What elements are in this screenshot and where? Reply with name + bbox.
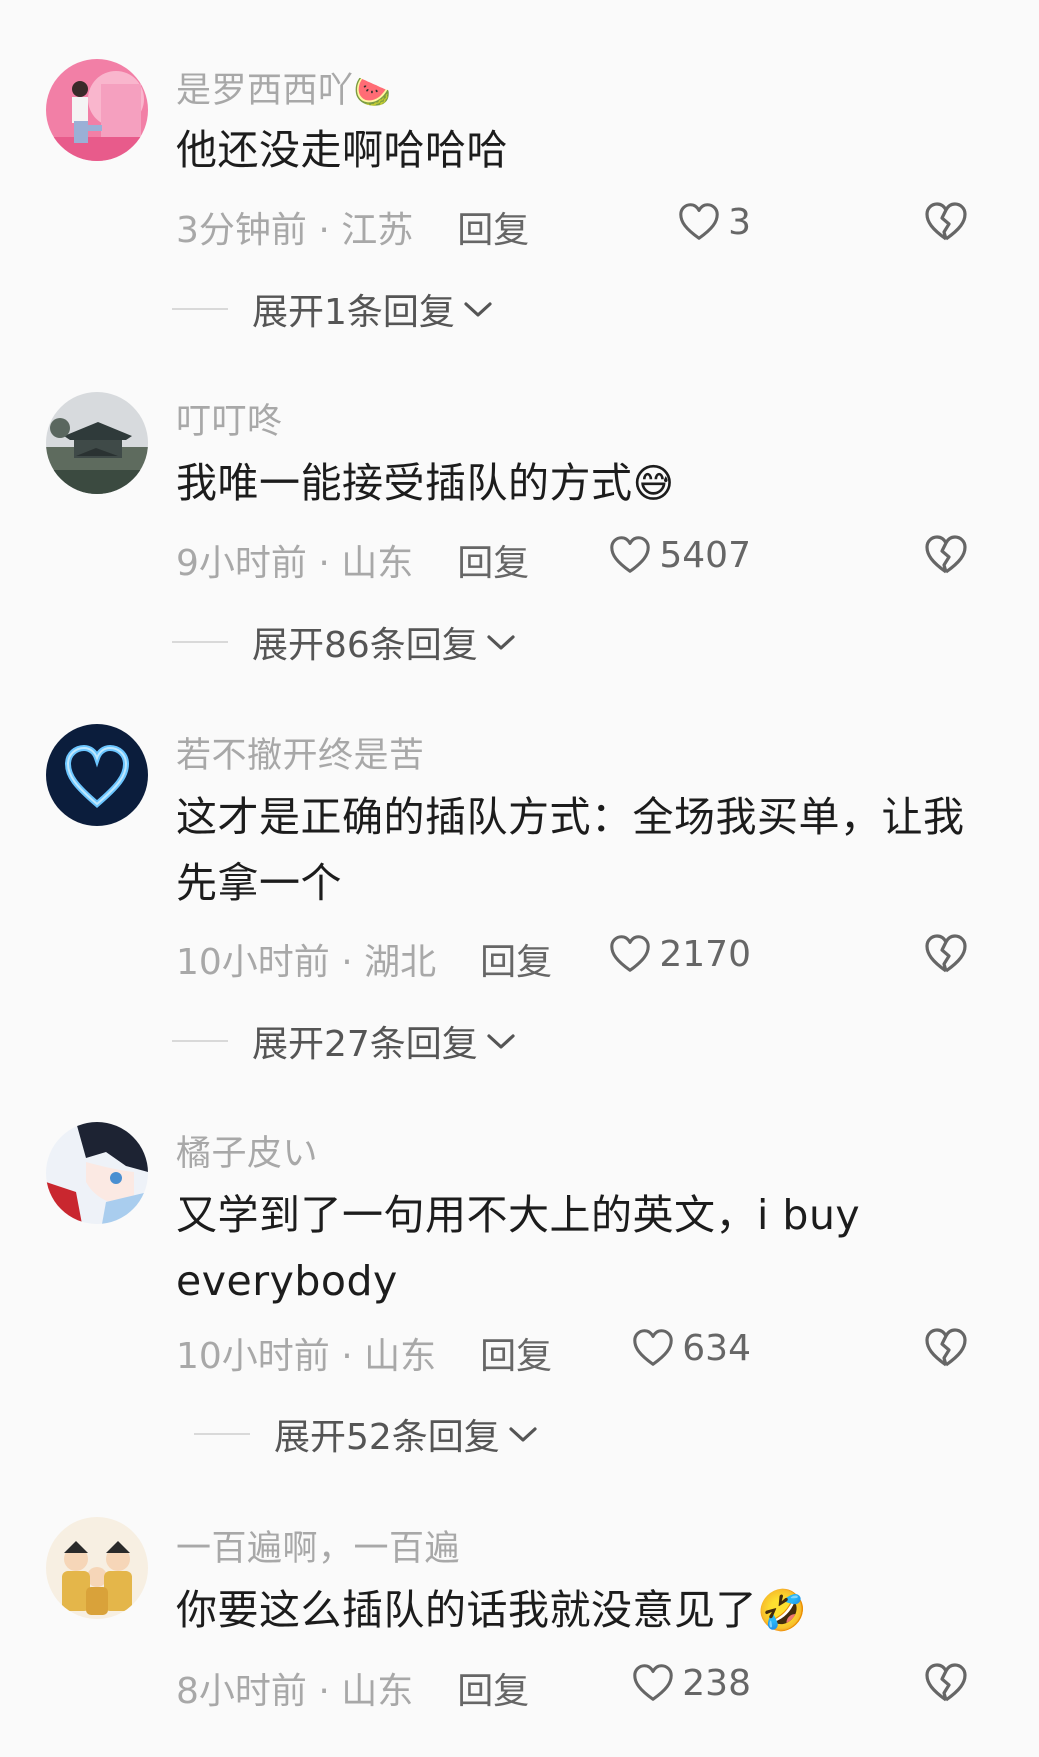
- username[interactable]: 是罗西西吖🍉: [176, 62, 391, 113]
- like-count: 238: [682, 1662, 751, 1704]
- chevron-down-icon: [509, 1427, 537, 1442]
- divider-line: [172, 1040, 228, 1042]
- like-button[interactable]: 634: [630, 1323, 751, 1373]
- broken-heart-icon[interactable]: [922, 531, 970, 579]
- username[interactable]: 橘子皮い: [176, 1125, 318, 1176]
- chevron-down-icon: [487, 1034, 515, 1049]
- comment-text: 这才是正确的插队方式：全场我买单，让我先拿一个: [176, 793, 965, 907]
- expand-replies[interactable]: 展开27条回复: [172, 1015, 516, 1067]
- heart-icon: [610, 536, 651, 573]
- watermelon-emoji: 🍉: [353, 75, 392, 110]
- comment-meta: 3分钟前 · 江苏 回复: [176, 210, 530, 251]
- expand-replies[interactable]: 展开52条回复: [194, 1408, 538, 1460]
- heart-icon: [679, 203, 719, 240]
- username[interactable]: 一百遍啊，一百遍: [176, 1520, 460, 1571]
- username-text: 一百遍啊，一百遍: [176, 1529, 461, 1569]
- reply-button[interactable]: 回复: [457, 1671, 529, 1712]
- chevron-down-icon: [487, 635, 515, 650]
- comment-meta: 10小时前 · 湖北 回复: [176, 942, 553, 983]
- comment-location: 山东: [364, 1336, 437, 1377]
- comment-location: 湖北: [364, 942, 437, 983]
- reply-button[interactable]: 回复: [480, 942, 552, 983]
- username-text: 若不撤开终是苦: [176, 736, 425, 776]
- like-button[interactable]: 3: [676, 197, 751, 247]
- avatar[interactable]: [46, 1517, 148, 1619]
- comment-text-body: 你要这么插队的话我就没意见了: [176, 1586, 757, 1634]
- like-count: 3: [728, 201, 751, 243]
- comment-text-body: 我唯一能接受插队的方式: [176, 459, 633, 507]
- comment-text: 他还没走啊哈哈哈: [176, 126, 508, 174]
- avatar[interactable]: [46, 1122, 148, 1224]
- comment-time: 9小时前: [176, 543, 307, 584]
- avatar[interactable]: [46, 59, 148, 161]
- comment-text: 你要这么插队的话我就没意见了🤣: [176, 1577, 976, 1644]
- expand-replies-label: 展开27条回复: [252, 1024, 478, 1065]
- comment-time: 8小时前: [176, 1671, 307, 1712]
- like-button[interactable]: 2170: [607, 929, 751, 979]
- username[interactable]: 若不撤开终是苦: [176, 727, 425, 778]
- broken-heart-icon[interactable]: [922, 198, 970, 246]
- like-count: 634: [682, 1327, 751, 1369]
- comment-time: 10小时前: [176, 942, 330, 983]
- username[interactable]: 叮叮咚: [176, 393, 283, 444]
- heart-icon: [633, 1664, 674, 1701]
- expand-replies-label: 展开52条回复: [274, 1417, 500, 1458]
- like-count: 2170: [659, 933, 751, 975]
- broken-heart-icon[interactable]: [922, 1324, 970, 1372]
- broken-heart-icon[interactable]: [922, 1659, 970, 1707]
- comment-time: 3分钟前: [176, 210, 307, 251]
- expand-replies[interactable]: 展开86条回复: [172, 616, 516, 668]
- comment-meta: 10小时前 · 山东 回复: [176, 1336, 553, 1377]
- expand-replies[interactable]: 展开1条回复: [172, 283, 493, 335]
- avatar[interactable]: [46, 724, 148, 826]
- sweat-smile-emoji: 😅: [632, 461, 675, 507]
- reply-button[interactable]: 回复: [457, 543, 529, 584]
- chevron-down-icon: [464, 302, 492, 317]
- divider-line: [172, 308, 228, 310]
- reply-button[interactable]: 回复: [457, 210, 529, 251]
- username-text: 橘子皮い: [176, 1134, 319, 1174]
- like-button[interactable]: 5407: [607, 530, 751, 580]
- broken-heart-icon[interactable]: [922, 930, 970, 978]
- comment-meta: 8小时前 · 山东 回复: [176, 1671, 530, 1712]
- comment-meta: 9小时前 · 山东 回复: [176, 543, 530, 584]
- reply-button[interactable]: 回复: [480, 1336, 552, 1377]
- like-button[interactable]: 238: [630, 1658, 751, 1708]
- comment-time: 10小时前: [176, 1336, 330, 1377]
- rolling-laughing-emoji: 🤣: [757, 1588, 808, 1634]
- like-count: 5407: [659, 534, 751, 576]
- comment-text: 我唯一能接受插队的方式😅: [176, 450, 976, 517]
- comment-location: 山东: [341, 543, 414, 584]
- comment-location: 山东: [341, 1671, 414, 1712]
- divider-line: [172, 641, 228, 643]
- avatar[interactable]: [46, 392, 148, 494]
- expand-replies-label: 展开1条回复: [252, 292, 455, 333]
- username-text: 是罗西西吖: [176, 71, 354, 111]
- username-text: 叮叮咚: [176, 402, 283, 442]
- heart-icon: [610, 935, 651, 972]
- expand-replies-label: 展开86条回复: [252, 625, 478, 666]
- comment-text: 又学到了一句用不大上的英文，i buy everybody: [176, 1191, 861, 1305]
- comment-location: 江苏: [341, 210, 414, 251]
- heart-icon: [633, 1329, 674, 1366]
- divider-line: [194, 1433, 250, 1435]
